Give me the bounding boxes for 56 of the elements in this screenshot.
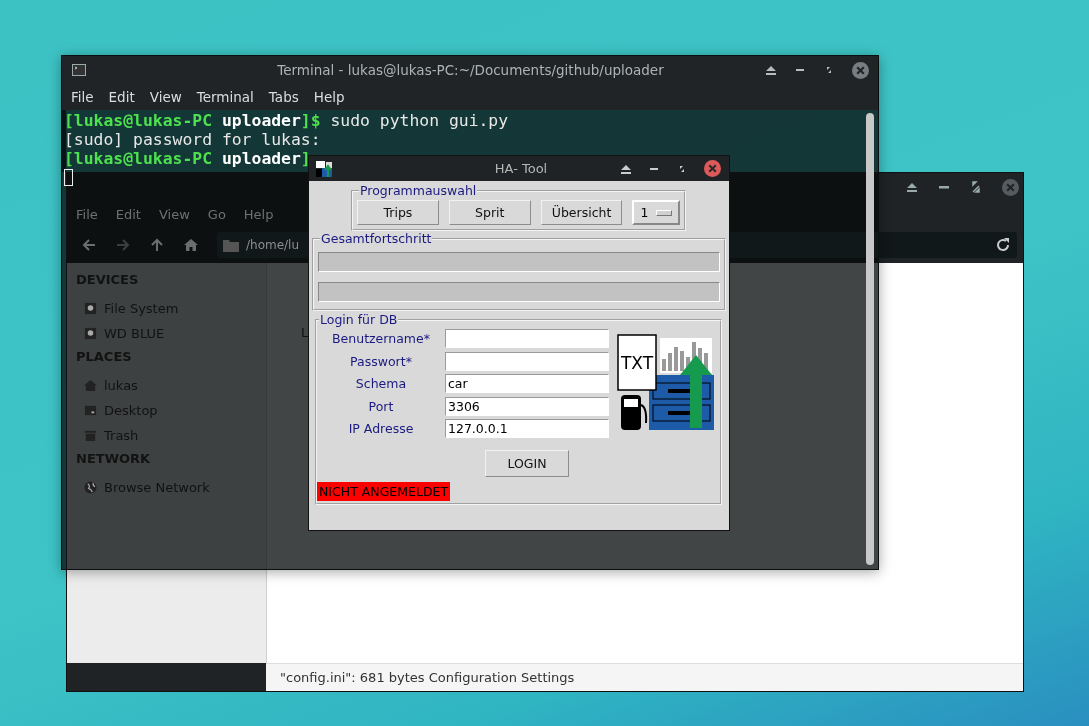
eject-icon[interactable]: [765, 64, 777, 76]
fuel-pump-icon: [621, 395, 648, 430]
input-field[interactable]: 3306: [445, 396, 609, 416]
eject-icon[interactable]: [620, 162, 632, 175]
menu-item[interactable]: Edit: [115, 206, 141, 222]
group-title: Programmauswahl: [359, 183, 478, 198]
eject-icon[interactable]: [906, 181, 918, 193]
reload-icon[interactable]: [995, 237, 1011, 253]
path-text: /home/lu: [246, 238, 300, 252]
field-label: IP Adresse: [347, 421, 415, 436]
terminal-line: [lukas@lukas-PC uploader]$ sudo python gui.py: [64, 111, 509, 130]
close-icon[interactable]: [852, 61, 869, 79]
input-field[interactable]: 127.0.0.1: [445, 419, 609, 438]
arrow-up-icon: [680, 355, 712, 428]
window-title: HA- Tool: [493, 161, 549, 176]
scrollbar[interactable]: [866, 113, 874, 565]
group-title: Gesamtfortschritt: [320, 231, 433, 246]
program-button[interactable]: Sprit: [448, 200, 531, 225]
trash-icon: [84, 429, 97, 442]
field-label: Port: [367, 398, 395, 414]
input-field[interactable]: [445, 329, 609, 348]
menu-item[interactable]: Tabs: [268, 89, 299, 105]
home-icon: [84, 379, 97, 392]
menu-item[interactable]: Go: [207, 206, 226, 222]
app-icon: [316, 160, 332, 177]
option-menu[interactable]: 1: [632, 200, 680, 225]
menu-item[interactable]: View: [158, 206, 190, 222]
menu-item[interactable]: Help: [313, 89, 345, 105]
input-field[interactable]: car: [445, 374, 609, 393]
window-title: Terminal - lukas@lukas-PC:~/Documents/github/uploader: [276, 62, 665, 78]
field-label: Benutzername*: [331, 331, 431, 346]
group-title: Login für DB: [319, 312, 399, 327]
menu-item[interactable]: View: [149, 89, 182, 105]
logo-text: TXT: [620, 353, 654, 373]
program-button[interactable]: Übersicht: [540, 200, 623, 225]
login-status: NICHT ANGEMELDET: [317, 482, 451, 501]
text-cursor: [64, 169, 73, 186]
input-field[interactable]: [445, 351, 609, 371]
status-bar: "config.ini": 681 bytes Configuration Settings: [266, 663, 1023, 691]
menu-item[interactable]: File: [71, 89, 94, 105]
field-label: Passwort*: [349, 353, 413, 369]
menu-item[interactable]: Edit: [108, 89, 135, 105]
menu-item[interactable]: File: [76, 206, 98, 222]
maximize-icon[interactable]: [970, 181, 982, 193]
folder-icon: [223, 238, 239, 252]
document-icon: [617, 334, 657, 391]
terminal-line: [lukas@lukas-PC uploader]: [64, 149, 311, 168]
terminal-line: [sudo] password for lukas:: [64, 130, 321, 149]
field-label: Schema: [354, 376, 408, 391]
login-button[interactable]: LOGIN: [485, 450, 569, 477]
close-icon[interactable]: [704, 160, 721, 177]
menu-item[interactable]: Help: [243, 206, 274, 222]
terminal-icon: [72, 64, 86, 76]
program-button[interactable]: Trips: [357, 200, 439, 225]
menu-item[interactable]: Terminal: [196, 89, 254, 105]
desktop-icon: [84, 404, 97, 417]
